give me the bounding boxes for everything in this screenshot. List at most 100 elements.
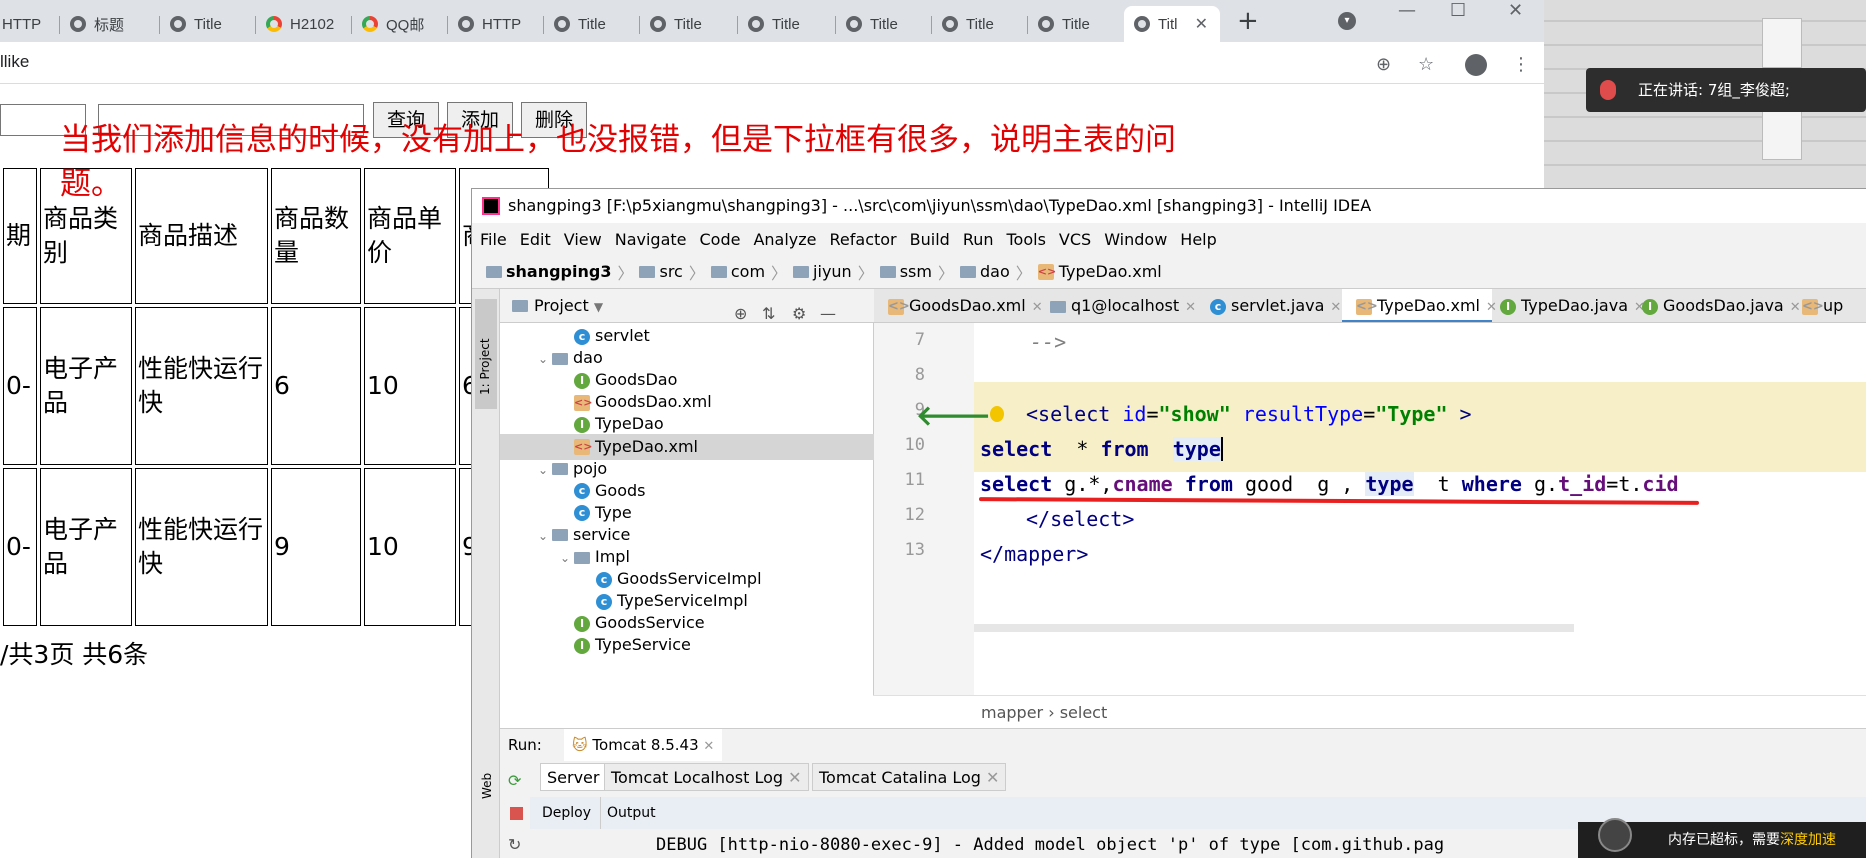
tree-item[interactable]: I TypeService — [500, 632, 874, 658]
tree-item-label: TypeServiceImpl — [617, 591, 748, 611]
class-icon: c — [596, 571, 612, 588]
browser-tab[interactable]: Title — [544, 6, 640, 42]
close-icon[interactable]: ✕ — [788, 768, 801, 787]
maximize-icon[interactable]: ☐ — [1450, 0, 1466, 21]
browser-tab-active[interactable]: Titl ✕ — [1124, 6, 1220, 42]
run-config-label: Tomcat 8.5.43 — [592, 736, 699, 754]
jsp-file-icon: <> — [1802, 298, 1824, 315]
shield-icon — [1598, 818, 1632, 852]
menu-vcs[interactable]: VCS — [1059, 230, 1091, 249]
menu-analyze[interactable]: Analyze — [753, 230, 816, 249]
chrome-icon — [266, 16, 282, 32]
menu-run[interactable]: Run — [963, 230, 994, 249]
crumb-dao[interactable]: dao — [980, 262, 1010, 281]
catalina-log-tab[interactable]: Tomcat Catalina Log ✕ — [812, 763, 1007, 791]
browser-tab[interactable]: Title — [836, 6, 932, 42]
memory-action-link[interactable]: 深度加速 — [1780, 832, 1836, 848]
crumb-select[interactable]: select — [1060, 703, 1108, 722]
tab-label: HTTP — [2, 15, 42, 33]
crumb-project[interactable]: shangping3 — [506, 262, 611, 281]
menu-help[interactable]: Help — [1180, 230, 1216, 249]
tab-search-icon[interactable]: ▾ — [1338, 12, 1356, 30]
code-line-9: <select id="show" resultType="Type" > — [1026, 402, 1472, 426]
crumb-ssm[interactable]: ssm — [900, 262, 932, 281]
output-column: Output — [600, 797, 656, 829]
profile-avatar[interactable] — [1465, 54, 1487, 76]
close-icon[interactable]: ✕ — [1032, 300, 1043, 315]
editor-tab[interactable]: q1@localhost ✕ — [1042, 289, 1202, 322]
restart-icon[interactable]: ↻ — [508, 835, 521, 854]
editor-tab[interactable]: I GoodsDao.java ✕ — [1634, 289, 1801, 322]
line-number: 12 — [904, 505, 925, 525]
crumb-mapper[interactable]: mapper — [981, 703, 1043, 722]
browser-tab[interactable]: HTTP — [448, 6, 544, 42]
tab-label: Title — [194, 15, 222, 33]
close-icon[interactable]: ✕ — [1185, 300, 1196, 315]
browser-tab[interactable]: Title — [1028, 6, 1124, 42]
desktop-file-icon[interactable] — [1762, 110, 1802, 160]
editor-tab[interactable]: c servlet.java ✕ — [1202, 289, 1342, 322]
rerun-icon[interactable]: ⟳ — [508, 771, 521, 790]
close-tab-icon[interactable]: ✕ — [1195, 14, 1208, 34]
menu-file[interactable]: File — [480, 230, 507, 249]
menu-navigate[interactable]: Navigate — [615, 230, 687, 249]
menu-code[interactable]: Code — [700, 230, 741, 249]
tree-item-label: TypeService — [595, 635, 691, 655]
tab-label: Title — [870, 15, 898, 33]
editor-tab[interactable]: <>GoodsDao.xml ✕ — [874, 289, 1043, 322]
browser-tab[interactable]: HTTP — [0, 6, 60, 42]
crumb-com[interactable]: com — [731, 262, 765, 281]
globe-icon — [1038, 16, 1054, 32]
line-number: 13 — [904, 540, 925, 560]
class-icon: c — [596, 593, 612, 610]
lightbulb-icon[interactable] — [990, 406, 1004, 422]
menu-build[interactable]: Build — [910, 230, 950, 249]
table-cell: 电子产品 — [40, 468, 132, 626]
minimize-icon[interactable]: — — [1398, 0, 1416, 21]
zoom-icon[interactable]: ⊕ — [1376, 54, 1391, 75]
tab-label: up — [1823, 296, 1844, 315]
desktop-file-icon[interactable] — [1762, 18, 1802, 68]
new-tab-button[interactable]: + — [1237, 6, 1259, 36]
browser-tab[interactable]: Title — [160, 6, 256, 42]
menu-refactor[interactable]: Refactor — [830, 230, 897, 249]
localhost-log-tab[interactable]: Tomcat Localhost Log ✕ — [604, 763, 809, 791]
table-cell: 10 — [364, 307, 456, 465]
crumb-jiyun[interactable]: jiyun — [813, 262, 852, 281]
editor-tab[interactable]: <>up — [1788, 289, 1866, 322]
close-icon[interactable]: ✕ — [986, 768, 999, 787]
more-menu-icon[interactable]: ⋮ — [1512, 54, 1530, 75]
menu-window[interactable]: Window — [1104, 230, 1167, 249]
menu-view[interactable]: View — [564, 230, 602, 249]
stop-icon[interactable] — [510, 807, 523, 820]
close-window-icon[interactable]: ✕ — [1508, 0, 1523, 21]
browser-tab[interactable]: 标题 — [60, 6, 160, 42]
browser-tab[interactable]: H2102 — [256, 6, 352, 42]
menu-tools[interactable]: Tools — [1007, 230, 1046, 249]
close-icon[interactable]: ✕ — [1330, 300, 1341, 315]
browser-tab[interactable]: Title — [640, 6, 738, 42]
arrow-left-icon: 🡐 — [916, 399, 992, 432]
table-cell: 9 — [271, 468, 361, 626]
xml-file-icon: <> — [574, 439, 593, 455]
browser-tab[interactable]: QQ邮 — [352, 6, 448, 42]
editor-tab-active[interactable]: <>TypeDao.xml ✕ — [1342, 289, 1497, 322]
tree-item-label: Impl — [595, 547, 630, 566]
run-config-tab[interactable]: 🐱 Tomcat 8.5.43 ✕ — [564, 729, 723, 761]
web-tool-tab[interactable]: Web — [480, 773, 494, 799]
browser-tab[interactable]: Title — [932, 6, 1028, 42]
project-panel-title[interactable]: Project — [534, 296, 589, 315]
close-icon[interactable]: ✕ — [703, 739, 714, 754]
menu-edit[interactable]: Edit — [520, 230, 551, 249]
project-tool-tab[interactable]: 1: Project — [475, 299, 497, 409]
address-text[interactable]: llike — [0, 52, 29, 72]
server-tab[interactable]: Server — [540, 763, 607, 791]
browser-tab[interactable]: Title — [738, 6, 836, 42]
address-bar[interactable]: llike ⊕ ☆ ⋮ — [0, 42, 1544, 84]
editor-tab[interactable]: I TypeDao.java ✕ — [1492, 289, 1645, 322]
bookmark-star-icon[interactable]: ☆ — [1418, 54, 1434, 75]
crumb-file[interactable]: TypeDao.xml — [1059, 262, 1162, 281]
horizontal-scrollbar[interactable] — [974, 624, 1574, 632]
crumb-src[interactable]: src — [659, 262, 682, 281]
log-line: DEBUG [http-nio-8080-exec-9] - Added mod… — [656, 835, 1445, 855]
